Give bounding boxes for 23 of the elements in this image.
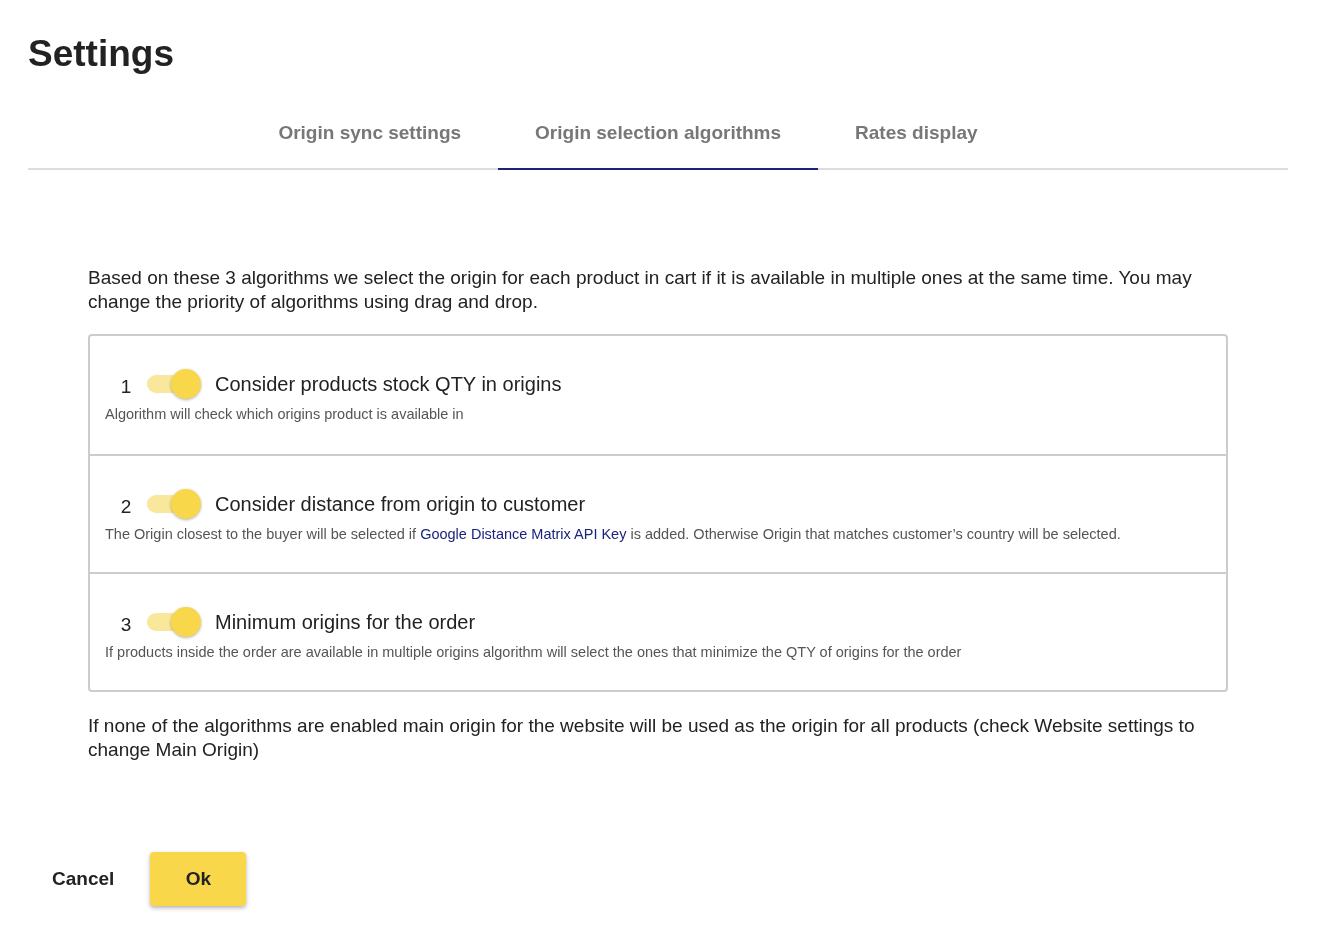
- algorithm-description: The Origin closest to the buyer will be selected if Google Distance Matrix API Key is added. Otherwise Origin that matches customer’s country will be selected.: [105, 526, 1122, 542]
- algorithm-row[interactable]: 1 Consider products stock QTY in origins Algorithm will check which origins product is available in: [90, 336, 1226, 454]
- intro-text: Based on these 3 algorithms we select the origin for each product in cart if it is available in multiple ones at the same time. You may change the priority of algorithms using drag and drop.: [88, 266, 1193, 314]
- priority-number: 3: [119, 614, 133, 636]
- toggle-switch[interactable]: [147, 488, 201, 520]
- algorithm-description: Algorithm will check which origins product is available in: [105, 406, 465, 422]
- api-key-link[interactable]: Google Distance Matrix API Key: [420, 526, 627, 542]
- tab[interactable]: Rates display: [818, 108, 1015, 170]
- algorithm-description: If products inside the order are available in multiple origins algorithm will select the ones that minimize the QTY of origins for the order: [105, 644, 963, 660]
- page-title: Settings: [28, 32, 175, 76]
- algorithm-title: Consider products stock QTY in origins: [215, 372, 562, 396]
- tab[interactable]: Origin sync settings: [241, 108, 499, 170]
- ok-button[interactable]: Ok: [150, 852, 247, 906]
- cancel-button[interactable]: Cancel: [34, 858, 133, 900]
- toggle-switch[interactable]: [147, 606, 201, 638]
- footnote-text: If none of the algorithms are enabled main origin for the website will be used as the origin for all products (check Website settings to change Main Origin): [88, 714, 1196, 762]
- priority-number: 2: [119, 496, 133, 518]
- algorithm-title: Minimum origins for the order: [215, 610, 476, 634]
- priority-number: 1: [119, 376, 133, 398]
- algorithm-title: Consider distance from origin to customer: [215, 492, 586, 516]
- tab[interactable]: Origin selection algorithms: [498, 108, 819, 170]
- toggle-switch[interactable]: [147, 368, 201, 400]
- algorithm-row[interactable]: 3 Minimum origins for the order If products inside the order are available in multiple origins algorithm will select the ones that minimize the QTY of origins for the order: [90, 572, 1226, 690]
